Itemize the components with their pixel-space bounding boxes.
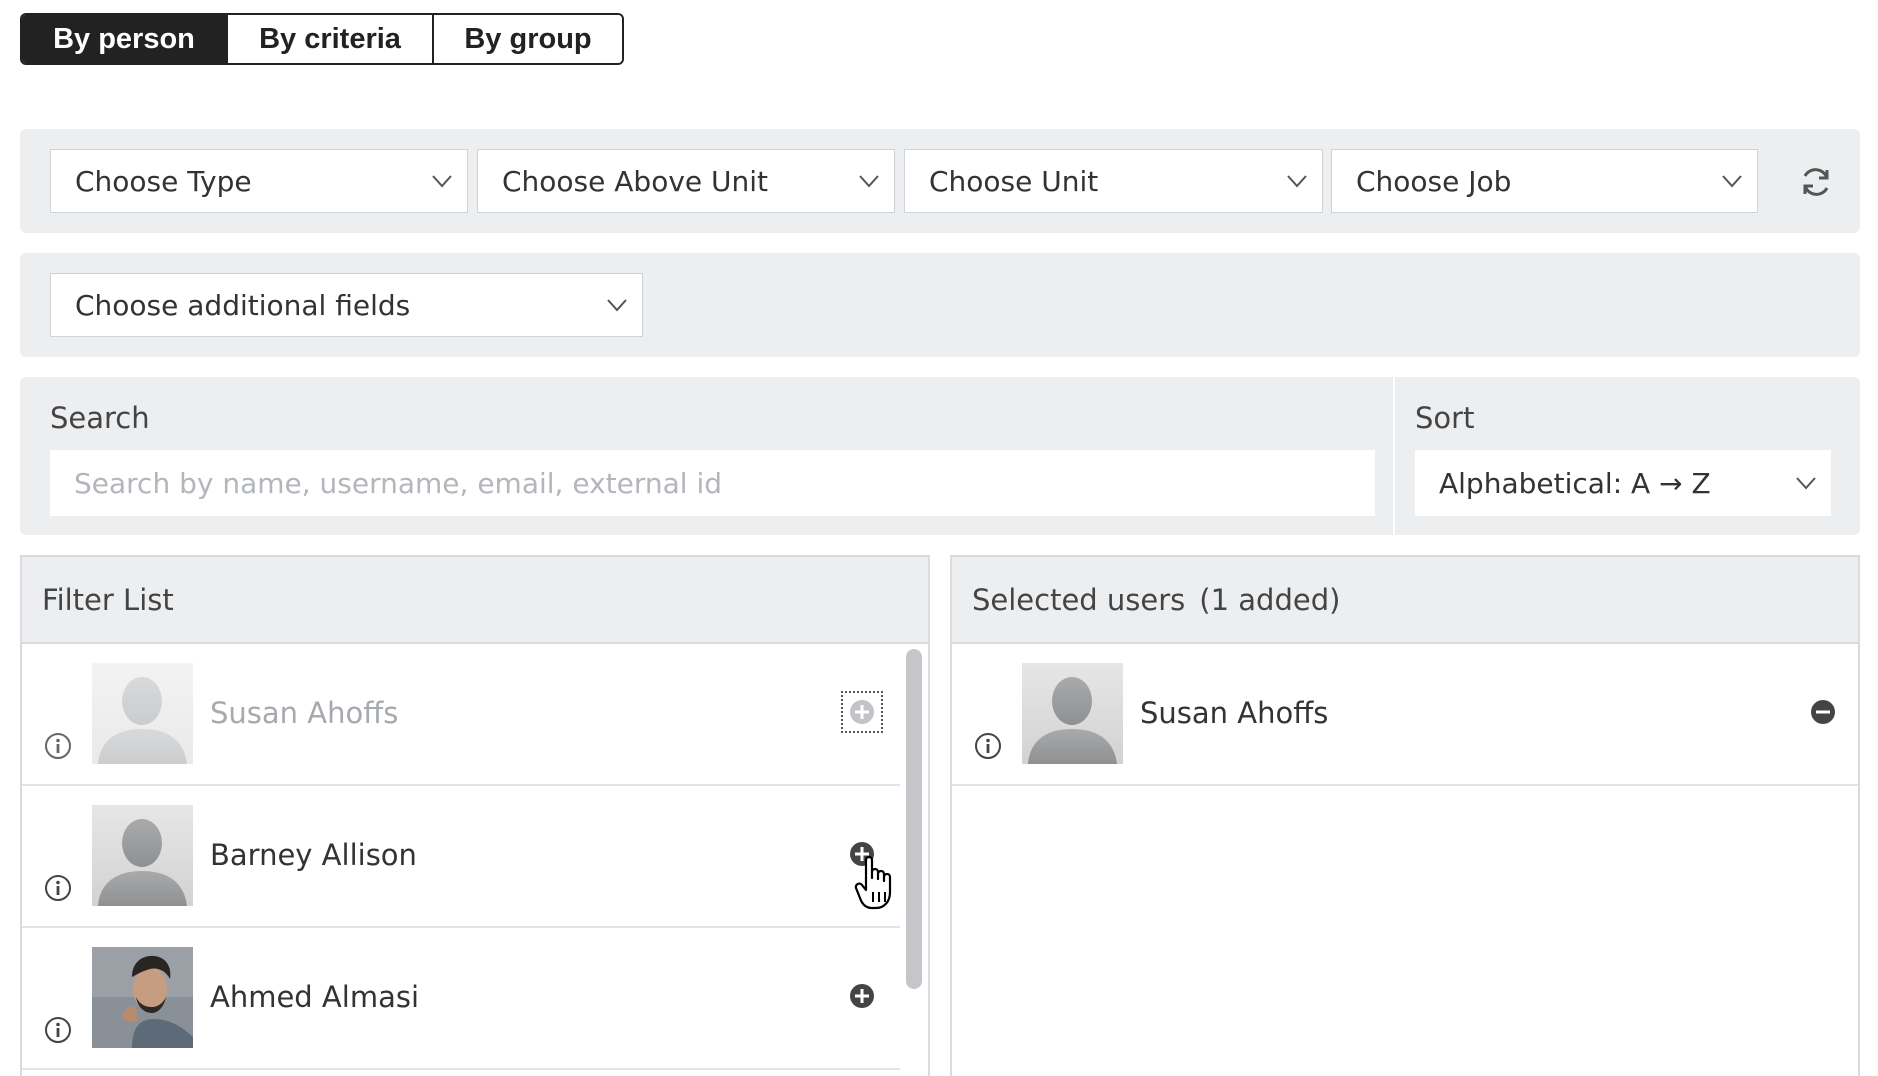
- info-icon[interactable]: [44, 874, 72, 902]
- unit-select[interactable]: Choose Unit: [904, 149, 1323, 213]
- info-icon[interactable]: [44, 1016, 72, 1044]
- list-item: Susan Ahoffs: [952, 644, 1858, 786]
- type-select-value: Choose Type: [75, 164, 252, 198]
- job-select-value: Choose Job: [1356, 164, 1512, 198]
- selected-users-title: Selected users: [972, 582, 1186, 617]
- info-icon[interactable]: [44, 732, 72, 760]
- user-name: Barney Allison: [210, 838, 417, 872]
- additional-fields-panel: Choose additional fields: [20, 253, 1860, 357]
- default-avatar: [92, 805, 193, 906]
- type-select[interactable]: Choose Type: [50, 149, 468, 213]
- default-avatar: [92, 663, 193, 764]
- refresh-icon[interactable]: [1798, 164, 1834, 200]
- job-select[interactable]: Choose Job: [1331, 149, 1758, 213]
- default-avatar: [1022, 663, 1123, 764]
- unit-select-value: Choose Unit: [929, 164, 1099, 198]
- tab-by-person[interactable]: By person: [22, 15, 226, 63]
- chevron-down-icon: [607, 299, 627, 312]
- filter-list-rows: Susan Ahoffs Barney Allison Ahmed Almasi: [22, 644, 928, 1070]
- selected-users-rows: Susan Ahoffs: [952, 644, 1858, 786]
- info-icon[interactable]: [974, 732, 1002, 760]
- user-photo: [92, 947, 193, 1048]
- search-label: Search: [50, 401, 150, 435]
- filter-panel: Choose Type Choose Above Unit Choose Uni…: [20, 129, 1860, 233]
- user-name: Susan Ahoffs: [1140, 696, 1329, 730]
- sort-select-value: Alphabetical: A → Z: [1439, 466, 1711, 500]
- search-sort-panel: Search Sort Alphabetical: A → Z: [20, 377, 1860, 535]
- chevron-down-icon: [859, 175, 879, 188]
- additional-fields-select[interactable]: Choose additional fields: [50, 273, 643, 337]
- panel-divider: [1393, 377, 1395, 535]
- filter-list-header: Filter List: [22, 557, 928, 644]
- tab-by-group[interactable]: By group: [432, 15, 622, 63]
- chevron-down-icon: [1722, 175, 1742, 188]
- filter-list: Filter List Susan Ahoffs Barney Allison …: [20, 555, 930, 1076]
- user-name: Ahmed Almasi: [210, 980, 420, 1014]
- add-user-icon[interactable]: [847, 981, 877, 1011]
- filter-list-title: Filter List: [42, 582, 174, 617]
- selected-users-header: Selected users (1 added): [952, 557, 1858, 644]
- search-input[interactable]: [50, 450, 1375, 516]
- chevron-down-icon: [1796, 477, 1816, 490]
- list-item: Barney Allison: [22, 786, 900, 928]
- tab-by-criteria[interactable]: By criteria: [226, 15, 432, 63]
- sort-label: Sort: [1415, 401, 1475, 435]
- add-user-icon[interactable]: [841, 691, 883, 733]
- add-users-page: By person By criteria By group Choose Ty…: [0, 0, 1878, 1076]
- additional-fields-select-value: Choose additional fields: [75, 288, 411, 322]
- user-name: Susan Ahoffs: [210, 696, 399, 730]
- chevron-down-icon: [432, 175, 452, 188]
- above-unit-select[interactable]: Choose Above Unit: [477, 149, 895, 213]
- add-user-icon[interactable]: [847, 839, 877, 869]
- selected-users-count: (1 added): [1199, 582, 1341, 617]
- sort-select[interactable]: Alphabetical: A → Z: [1415, 450, 1831, 516]
- list-item: Ahmed Almasi: [22, 928, 900, 1070]
- above-unit-select-value: Choose Above Unit: [502, 164, 769, 198]
- selected-users-list: Selected users (1 added) Susan Ahoffs: [950, 555, 1860, 1076]
- remove-user-icon[interactable]: [1808, 697, 1838, 727]
- selection-mode-toggle: By person By criteria By group: [20, 13, 624, 65]
- list-item: Susan Ahoffs: [22, 644, 900, 786]
- chevron-down-icon: [1287, 175, 1307, 188]
- filter-list-scrollbar[interactable]: [906, 649, 922, 989]
